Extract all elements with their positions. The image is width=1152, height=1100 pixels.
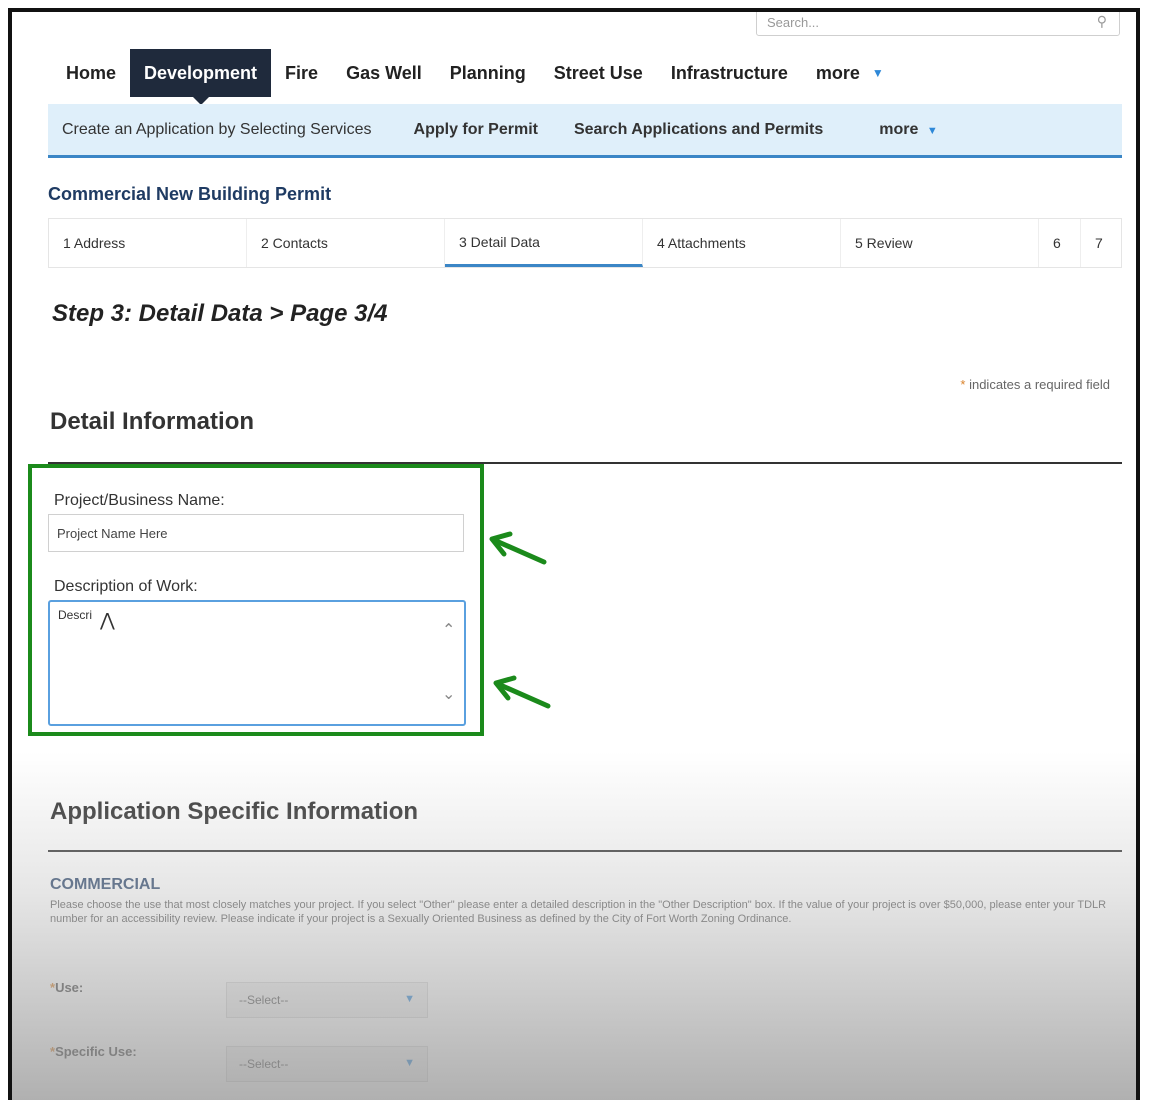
subnav-create-application[interactable]: Create an Application by Selecting Servi… [48,121,386,139]
nav-tab-planning[interactable]: Planning [436,49,540,97]
top-nav: Home Development Fire Gas Well Planning … [52,48,898,105]
nav-tab-more[interactable]: more ▼ [802,49,898,97]
search-placeholder: Search... [767,15,820,30]
description-label: Description of Work: [54,578,198,595]
project-name-input[interactable] [48,514,464,552]
step-address[interactable]: 1 Address [49,219,247,267]
step-6[interactable]: 6 [1039,219,1081,267]
detail-information-title: Detail Information [50,408,255,435]
specific-use-label: *Specific Use: [50,1044,137,1059]
nav-tab-development[interactable]: Development [130,49,272,105]
nav-tab-infrastructure[interactable]: Infrastructure [657,49,802,97]
specific-use-select-value: --Select-- [239,1057,289,1071]
caret-down-icon: ▼ [871,66,884,80]
scroll-down-icon[interactable]: ⌄ [442,684,455,704]
commercial-title: COMMERCIAL [50,876,161,893]
step-7[interactable]: 7 [1081,219,1121,267]
browser-frame: Search... ⚲ Home Development Fire Gas We… [8,8,1140,1100]
caret-down-icon: ▼ [404,1057,415,1069]
caret-down-icon: ▼ [404,993,415,1005]
subnav-more[interactable]: more ▼ [865,121,951,139]
step-detail-data[interactable]: 3 Detail Data [445,219,643,267]
application-specific-title: Application Specific Information [50,798,419,825]
search-box[interactable]: Search... ⚲ [756,12,1120,36]
permit-title: Commercial New Building Permit [48,184,332,204]
subnav-apply-permit[interactable]: Apply for Permit [400,121,552,139]
green-arrow-icon [493,675,551,709]
nav-tab-fire[interactable]: Fire [271,49,332,97]
step-attachments[interactable]: 4 Attachments [643,219,841,267]
required-note: * indicates a required field [960,377,1110,392]
caret-down-icon: ▼ [926,124,938,137]
use-select-value: --Select-- [239,993,289,1007]
subnav-search-applications[interactable]: Search Applications and Permits [560,121,837,139]
project-name-label: Project/Business Name: [54,492,225,509]
nav-tab-gas-well[interactable]: Gas Well [332,49,436,97]
step-contacts[interactable]: 2 Contacts [247,219,445,267]
specific-use-label-text: Specific Use: [55,1044,137,1059]
step-heading: Step 3: Detail Data > Page 3/4 [52,300,388,327]
sub-nav: Create an Application by Selecting Servi… [48,104,1122,158]
subnav-more-label: more [879,120,919,138]
green-arrow-icon [489,531,547,565]
specific-use-select[interactable]: --Select-- ▼ [226,1046,428,1082]
use-label-text: Use: [55,980,84,995]
use-select[interactable]: --Select-- ▼ [226,982,428,1018]
use-label: *Use: [50,980,83,995]
nav-tab-home[interactable]: Home [52,49,130,97]
step-review[interactable]: 5 Review [841,219,1039,267]
search-icon[interactable]: ⚲ [1097,13,1107,30]
nav-tab-street-use[interactable]: Street Use [540,49,657,97]
nav-more-label: more [815,62,860,83]
required-note-text: indicates a required field [965,377,1110,392]
commercial-description: Please choose the use that most closely … [50,899,1107,925]
scroll-up-icon[interactable]: ⌃ [442,620,455,640]
step-tracker: 1 Address 2 Contacts 3 Detail Data 4 Att… [48,218,1122,268]
text-cursor-icon: ⋀ [100,610,115,630]
section-divider [48,850,1122,852]
